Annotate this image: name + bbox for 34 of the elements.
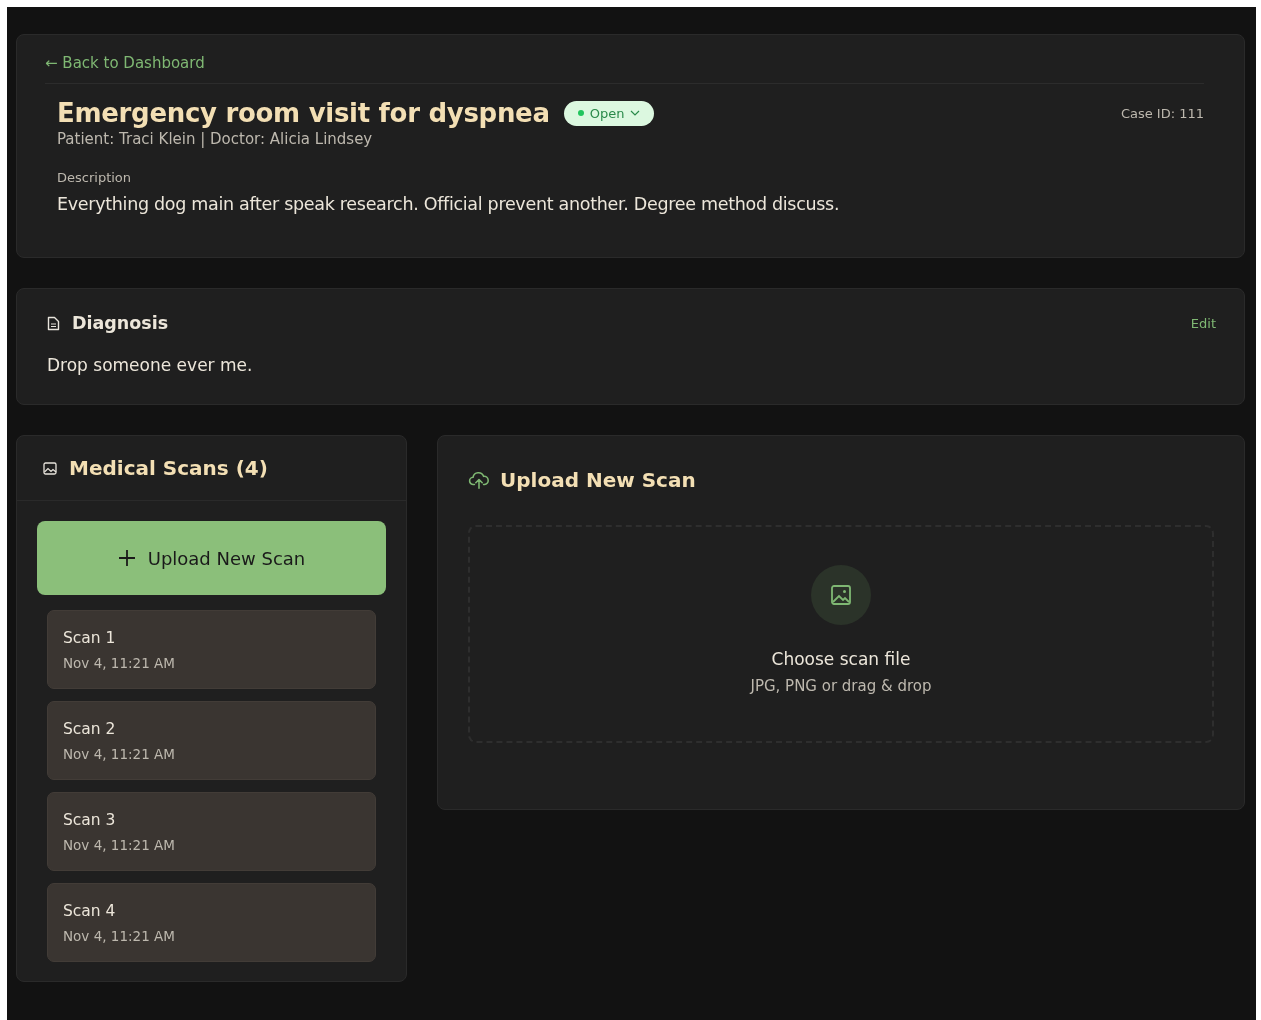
- scan-item[interactable]: Scan 4 Nov 4, 11:21 AM: [47, 883, 376, 962]
- status-dropdown[interactable]: Open: [563, 100, 655, 126]
- edit-link[interactable]: Edit: [1190, 315, 1216, 331]
- scan-date: Nov 4, 11:21 AM: [63, 746, 176, 762]
- document-icon: [47, 315, 60, 331]
- scan-name: Scan 3: [63, 811, 117, 829]
- diagnosis-text: Drop someone ever me.: [47, 355, 254, 375]
- plus-icon: [117, 549, 136, 567]
- drop-zone[interactable]: Choose scan file JPG, PNG or drag & drop: [468, 525, 1214, 743]
- description-text: Everything dog main after speak research. Official prevent another. Degree method discuss.: [57, 194, 841, 214]
- chevron-down-icon: [630, 110, 641, 116]
- status-dot-icon: [577, 110, 584, 116]
- scan-name: Scan 4: [63, 902, 117, 920]
- scan-date: Nov 4, 11:21 AM: [63, 655, 176, 671]
- file-type-hint: JPG, PNG or drag & drop: [750, 677, 932, 695]
- case-title: Emergency room visit for dyspnea: [57, 98, 550, 128]
- choose-file-text: Choose scan file: [771, 649, 911, 669]
- case-meta: Patient: Traci Klein | Doctor: Alicia Lindsey: [57, 130, 374, 148]
- image-icon: [43, 461, 57, 475]
- upload-scan-button[interactable]: Upload New Scan: [37, 521, 386, 595]
- cloud-upload-icon: [468, 469, 490, 491]
- scan-item[interactable]: Scan 3 Nov 4, 11:21 AM: [47, 792, 376, 871]
- scan-name: Scan 2: [63, 720, 117, 738]
- upload-title: Upload New Scan: [500, 468, 696, 492]
- case-id: Case ID: 111: [1120, 106, 1204, 123]
- description-label: Description: [57, 170, 133, 185]
- scan-date: Nov 4, 11:21 AM: [63, 928, 176, 944]
- scan-name: Scan 1: [63, 629, 117, 647]
- back-link[interactable]: ← Back to Dashboard: [45, 54, 205, 72]
- scan-date: Nov 4, 11:21 AM: [63, 837, 176, 853]
- scans-title: Medical Scans (4): [69, 456, 268, 480]
- scan-item[interactable]: Scan 1 Nov 4, 11:21 AM: [47, 610, 376, 689]
- scan-item[interactable]: Scan 2 Nov 4, 11:21 AM: [47, 701, 376, 780]
- diagnosis-title: Diagnosis: [72, 313, 169, 333]
